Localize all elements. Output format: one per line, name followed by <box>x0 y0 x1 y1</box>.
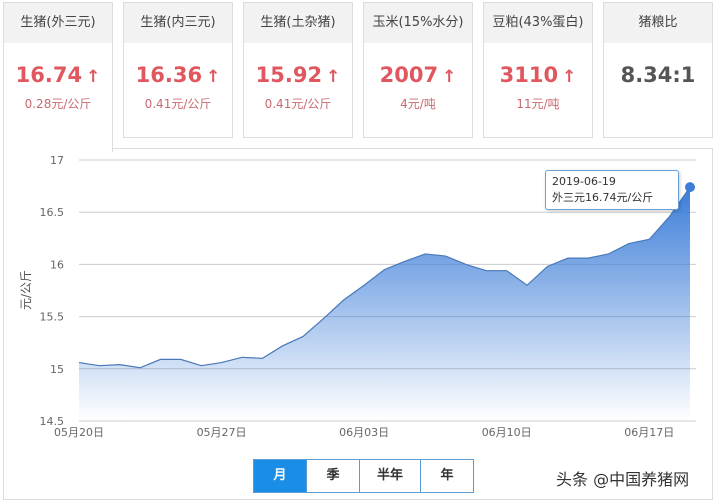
x-tick-label: 05月27日 <box>197 426 247 439</box>
y-tick-label: 16.5 <box>40 206 65 219</box>
data-point[interactable] <box>685 182 695 193</box>
tooltip-value: 外三元16.74元/公斤 <box>552 191 654 204</box>
range-month-button[interactable]: 月 <box>254 460 306 492</box>
range-buttons: 月 季 半年 年 <box>253 459 474 493</box>
range-quarter-button[interactable]: 季 <box>306 460 359 492</box>
range-halfyear-button[interactable]: 半年 <box>359 460 420 492</box>
price-card[interactable]: 生猪(外三元) 16.74 ↑ 0.28元/公斤 <box>3 2 113 152</box>
y-axis-label: 元/公斤 <box>19 270 33 310</box>
card-value-number: 16.74 <box>15 63 83 87</box>
card-title: 生猪(外三元) <box>4 3 112 43</box>
x-tick-label: 06月03日 <box>339 426 389 439</box>
card-change: 0.28元/公斤 <box>24 97 92 111</box>
y-tick-label: 15.5 <box>40 311 65 324</box>
card-value: 16.74 ↑ <box>4 63 112 87</box>
y-tick-label: 17 <box>50 154 64 167</box>
y-tick-label: 15 <box>50 363 64 376</box>
x-tick-label: 06月10日 <box>482 426 532 439</box>
x-tick-label: 06月17日 <box>624 426 674 439</box>
range-year-button[interactable]: 年 <box>420 460 473 492</box>
y-tick-label: 16 <box>50 258 64 271</box>
tooltip-date: 2019-06-19 <box>552 175 616 188</box>
x-tick-label: 05月20日 <box>54 426 104 439</box>
area-fill <box>79 187 690 421</box>
watermark: 头条 @中国养猪网 <box>556 470 690 489</box>
up-arrow-icon: ↑ <box>86 67 101 87</box>
tooltip: 2019-06-19 外三元16.74元/公斤 <box>545 170 679 210</box>
